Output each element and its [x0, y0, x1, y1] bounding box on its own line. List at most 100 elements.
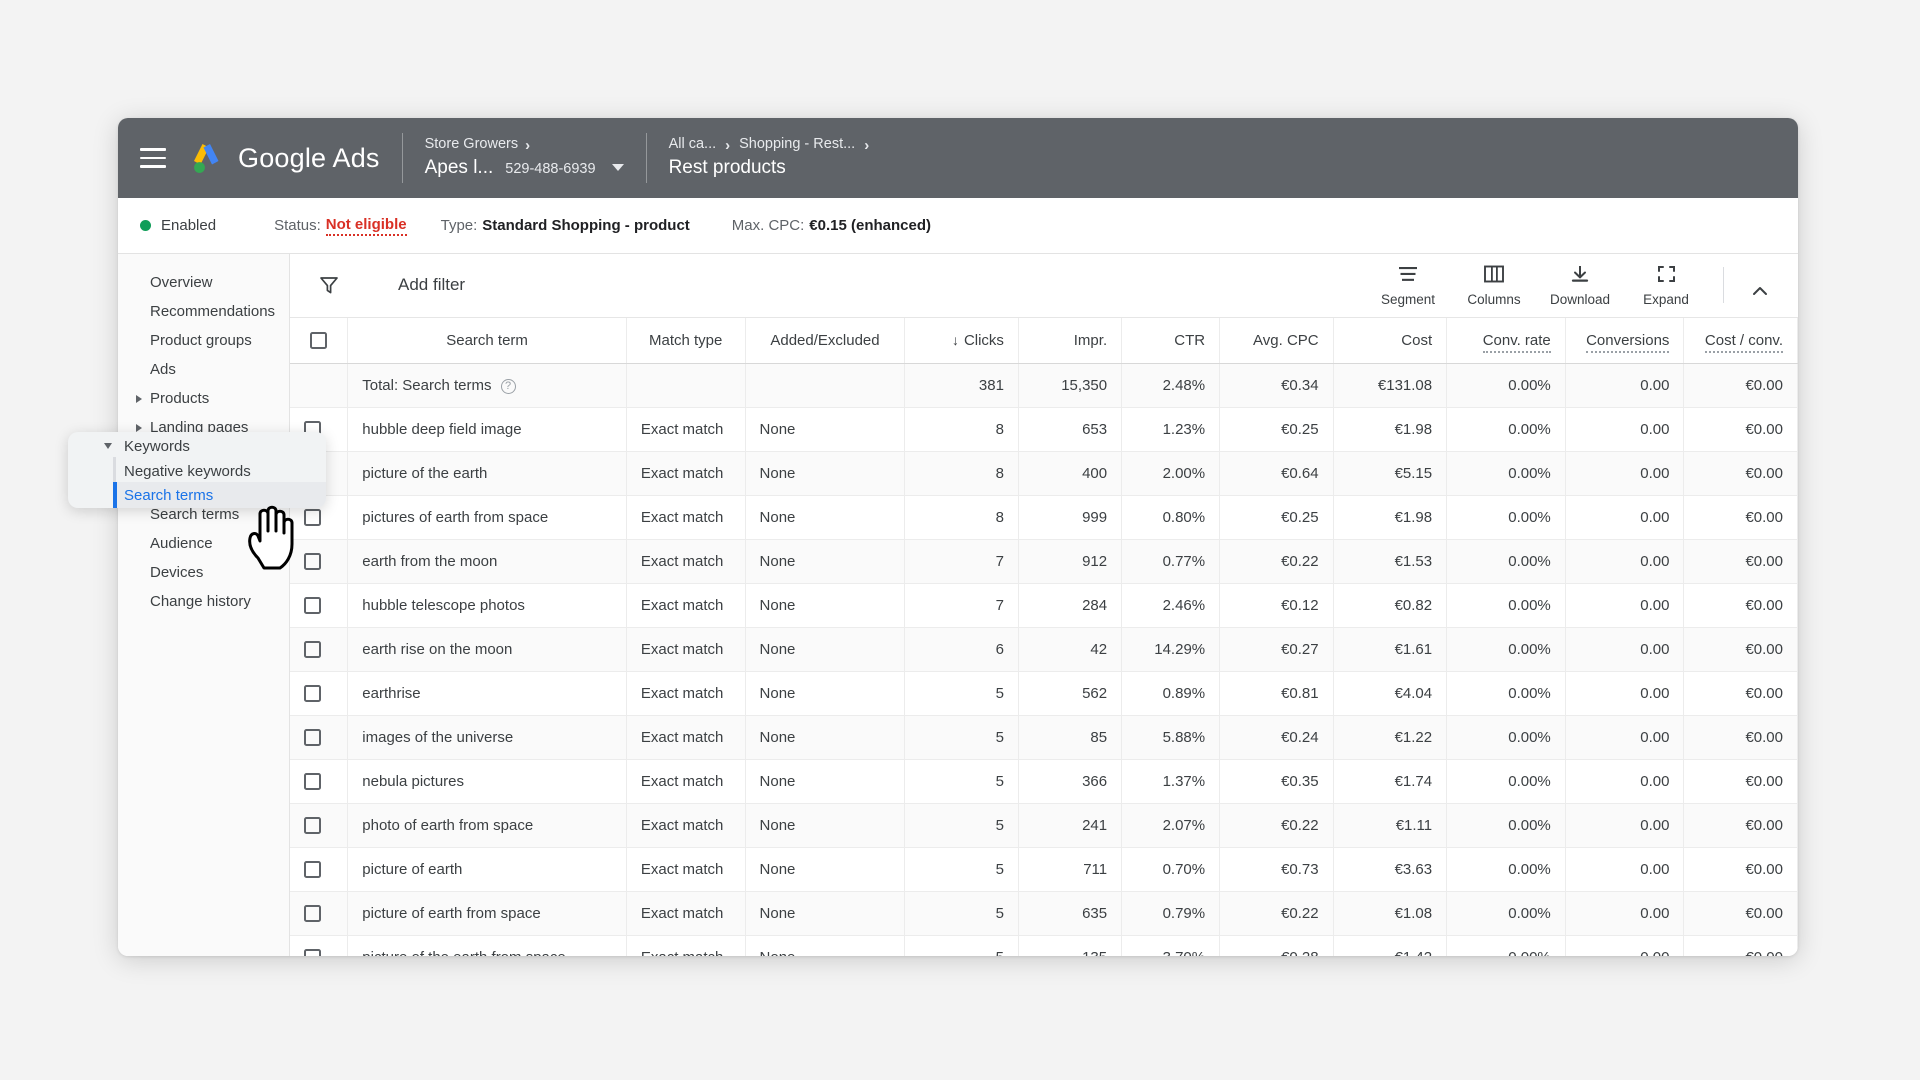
column-header-cost[interactable]: Cost — [1333, 318, 1447, 364]
sidebar-item-recommendations[interactable]: Recommendations — [118, 297, 289, 326]
row-checkbox[interactable] — [304, 509, 321, 526]
column-header-costconv[interactable]: Cost / conv. — [1684, 318, 1798, 364]
row-checkbox[interactable] — [304, 905, 321, 922]
cell-costconv: €0.00 — [1684, 540, 1798, 584]
row-checkbox[interactable] — [304, 817, 321, 834]
table-row[interactable]: picture of earthExact matchNone57110.70%… — [290, 848, 1798, 892]
cell-impr: 711 — [1018, 848, 1121, 892]
column-header-label: Match type — [649, 332, 722, 349]
cell-costconv: €0.00 — [1684, 496, 1798, 540]
cell-added: None — [745, 936, 905, 956]
chevron-right-icon[interactable] — [136, 424, 142, 432]
cell-added: None — [745, 496, 905, 540]
row-select-cell — [290, 892, 348, 936]
column-header-conversions[interactable]: Conversions — [1565, 318, 1684, 364]
column-header-ctr[interactable]: CTR — [1122, 318, 1220, 364]
funnel-icon[interactable] — [318, 274, 340, 296]
cell-avgcpc: €0.35 — [1220, 760, 1334, 804]
account-manager-row: Store Growers › — [425, 135, 624, 155]
cell-conversions: 0.00 — [1565, 760, 1684, 804]
cell-clicks: 8 — [905, 408, 1019, 452]
cell-conversions: 0.00 — [1565, 452, 1684, 496]
column-header-clicks[interactable]: ↓Clicks — [905, 318, 1019, 364]
row-select-cell — [290, 672, 348, 716]
cell-ctr: 0.77% — [1122, 540, 1220, 584]
cell-added: None — [745, 672, 905, 716]
row-checkbox[interactable] — [304, 641, 321, 658]
chevron-down-icon[interactable] — [612, 164, 624, 171]
table-row[interactable]: earthriseExact matchNone55620.89%€0.81€4… — [290, 672, 1798, 716]
segment-button[interactable]: Segment — [1365, 263, 1451, 307]
columns-button[interactable]: Columns — [1451, 263, 1537, 307]
sidebar-item-label: Recommendations — [150, 303, 275, 320]
hamburger-menu-icon[interactable] — [140, 148, 166, 168]
table-row[interactable]: earth from the moonExact matchNone79120.… — [290, 540, 1798, 584]
status-field: Status: Not eligible — [274, 216, 407, 236]
table-row[interactable]: picture of the earth from spaceExact mat… — [290, 936, 1798, 956]
cell-match: Exact match — [626, 936, 745, 956]
row-checkbox[interactable] — [304, 685, 321, 702]
column-header-convrate[interactable]: Conv. rate — [1447, 318, 1566, 364]
cell-match: Exact match — [626, 672, 745, 716]
cell-impr: 284 — [1018, 584, 1121, 628]
breadcrumb-level-1[interactable]: All ca... — [669, 135, 717, 155]
account-selector[interactable]: Store Growers › Apes l... 529-488-6939 — [425, 135, 624, 180]
table-row[interactable]: hubble telescope photosExact matchNone72… — [290, 584, 1798, 628]
row-checkbox[interactable] — [304, 597, 321, 614]
cell-cost: €1.74 — [1333, 760, 1447, 804]
account-id: 529-488-6939 — [505, 160, 595, 180]
type-value: Standard Shopping - product — [482, 217, 689, 234]
column-header-label: Search term — [446, 332, 528, 349]
column-header-label: Conv. rate — [1483, 332, 1551, 353]
collapse-panel-button[interactable] — [1738, 280, 1782, 307]
table-row[interactable]: nebula picturesExact matchNone53661.37%€… — [290, 760, 1798, 804]
table-row[interactable]: photo of earth from spaceExact matchNone… — [290, 804, 1798, 848]
sidebar-item-product-groups[interactable]: Product groups — [118, 326, 289, 355]
row-select-cell — [290, 848, 348, 892]
add-filter-button[interactable]: Add filter — [398, 275, 465, 295]
sidebar-item-label: Search terms — [150, 506, 239, 523]
row-checkbox[interactable] — [304, 949, 321, 956]
table-row[interactable]: pictures of earth from spaceExact matchN… — [290, 496, 1798, 540]
row-checkbox[interactable] — [304, 773, 321, 790]
sidebar-item-overview[interactable]: Overview — [118, 268, 289, 297]
table-row[interactable]: picture of earth from spaceExact matchNo… — [290, 892, 1798, 936]
cell-clicks: 5 — [905, 936, 1019, 956]
download-button[interactable]: Download — [1537, 263, 1623, 307]
cell-match: Exact match — [626, 628, 745, 672]
table-row[interactable]: hubble deep field imageExact matchNone86… — [290, 408, 1798, 452]
row-select-cell — [290, 804, 348, 848]
column-header-match[interactable]: Match type — [626, 318, 745, 364]
cell-term: nebula pictures — [348, 760, 627, 804]
chevron-right-icon[interactable] — [136, 395, 142, 403]
breadcrumb-level-2[interactable]: Shopping - Rest... — [739, 135, 855, 155]
total-cell-convrate: 0.00% — [1447, 364, 1566, 408]
cell-cost: €1.11 — [1333, 804, 1447, 848]
help-circle-icon[interactable]: ? — [501, 379, 516, 394]
cell-term: picture of earth — [348, 848, 627, 892]
expand-button[interactable]: Expand — [1623, 263, 1709, 307]
search-terms-table-wrapper[interactable]: Search term Match type Added/Excluded↓Clic… — [290, 318, 1798, 956]
sidebar-item-change-history[interactable]: Change history — [118, 587, 289, 616]
cell-conversions: 0.00 — [1565, 408, 1684, 452]
column-header-avgcpc[interactable]: Avg. CPC — [1220, 318, 1334, 364]
app-body: Overview Recommendations Product groupsAds… — [118, 254, 1798, 956]
row-checkbox[interactable] — [304, 861, 321, 878]
row-checkbox[interactable] — [304, 729, 321, 746]
column-header-impr[interactable]: Impr. — [1018, 318, 1121, 364]
row-checkbox[interactable] — [304, 553, 321, 570]
column-header-added[interactable]: Added/Excluded — [745, 318, 905, 364]
table-row[interactable]: earth rise on the moonExact matchNone642… — [290, 628, 1798, 672]
status-label: Status: — [274, 217, 321, 234]
cell-match: Exact match — [626, 760, 745, 804]
mouse-cursor-pointer-icon — [238, 498, 302, 575]
column-header-term[interactable]: Search term — [348, 318, 627, 364]
table-row[interactable]: images of the universeExact matchNone585… — [290, 716, 1798, 760]
status-value[interactable]: Not eligible — [326, 216, 407, 236]
sidebar-item-ads[interactable]: Ads — [118, 355, 289, 384]
cell-cost: €3.63 — [1333, 848, 1447, 892]
total-cell-ctr: 2.48% — [1122, 364, 1220, 408]
sidebar-item-products[interactable]: Products — [118, 384, 289, 413]
select-all-checkbox[interactable] — [310, 332, 327, 349]
table-row[interactable]: picture of the earthExact matchNone84002… — [290, 452, 1798, 496]
